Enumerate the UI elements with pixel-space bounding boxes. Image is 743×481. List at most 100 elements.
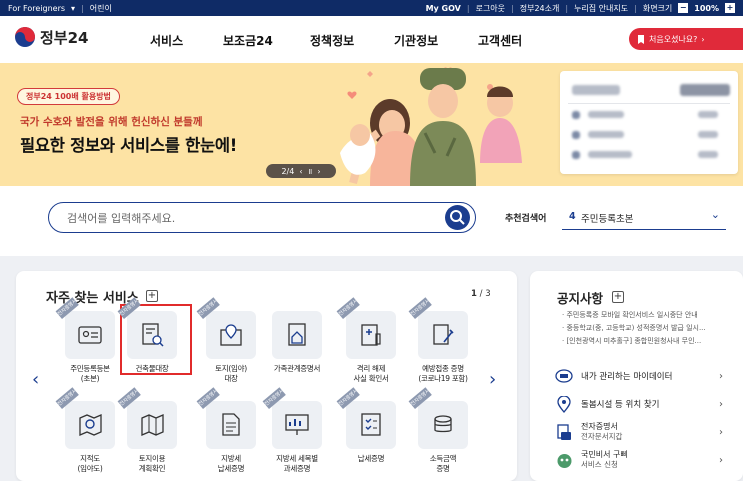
house-doc-icon (288, 323, 306, 346)
care-facility-menu-item[interactable]: 돌봄시설 등 위치 찾기 › (555, 393, 733, 415)
robot-icon (555, 451, 573, 469)
search-input[interactable]: 검색어를 입력해주세요. (67, 210, 175, 226)
zoom-label: 화면크기 (642, 3, 673, 13)
coins-icon (434, 415, 452, 433)
service-item[interactable]: 전자증명서소득금액 증명 (408, 387, 475, 473)
service-label: 토지(임야) 대장 (215, 364, 247, 383)
notice-item[interactable]: · 주민등록증 모바일 확인서비스 일시중단 안내 (562, 309, 740, 322)
banner-title: 필요한 정보와 서비스를 한눈에! (20, 136, 237, 155)
map-folded-icon (141, 414, 164, 436)
location-pin-icon (555, 395, 573, 413)
service-label: 건축물대장 (135, 364, 169, 373)
kids-link[interactable]: 어린이 (90, 3, 112, 14)
search-button[interactable] (445, 205, 470, 230)
banner-pager: 2/4 ‹ ॥ › (266, 164, 336, 178)
zoom-in-button[interactable]: + (725, 3, 735, 13)
service-item[interactable]: 전자증명서지방세 세목별 과세증명 (262, 387, 329, 473)
search-box: 검색어를 입력해주세요. (48, 202, 476, 233)
e-certificate-badge: 전자증명서 (196, 387, 220, 409)
sitemap-link[interactable]: 누리집 안내지도 (574, 3, 628, 14)
mygov-link[interactable]: My GOV (426, 4, 461, 13)
for-foreigners-link[interactable]: For Foreigners (8, 4, 65, 13)
medical-doc-icon (361, 324, 381, 346)
search-icon (450, 210, 465, 225)
service-label: 지적도 (임야도) (77, 454, 103, 473)
service-item[interactable]: 가족관계증명서 (265, 311, 329, 374)
e-certificate-badge: 전자증명서 (55, 387, 79, 409)
logout-link[interactable]: 로그아웃 (476, 3, 505, 14)
e-certificate-badge: 전자증명서 (408, 387, 432, 409)
first-visit-button[interactable]: 처음오셨나요? › (629, 28, 743, 50)
service-item[interactable]: 전자증명서지적도 (임야도) (55, 387, 122, 473)
service-item[interactable]: 전자증명서 토지(임야) 대장 (196, 297, 263, 383)
wallet-doc-icon (555, 423, 573, 441)
checklist-icon (361, 413, 381, 436)
blurred-account-button[interactable] (680, 84, 730, 96)
recommend-label: 추천검색어 (505, 214, 547, 224)
service-label: 지방세 납세증명 (217, 454, 245, 473)
nav-item-subsidy[interactable]: 보조금24 (223, 32, 310, 49)
e-certificate-badge: 전자증명서 (408, 297, 432, 319)
document-search-icon (142, 323, 164, 347)
e-certificate-badge: 전자증명서 (336, 387, 360, 409)
frequent-prev-button[interactable]: ‹ (32, 369, 39, 390)
service-icon-tile: 전자증명서 (55, 387, 115, 449)
pager-pause-button[interactable]: ॥ (308, 166, 313, 177)
service-icon-tile: 전자증명서 (262, 387, 322, 449)
service-item[interactable]: 전자증명서 주민등록등본 (초본) (55, 297, 122, 383)
recommend-keyword[interactable]: 주민등록초본 (581, 211, 633, 225)
e-certificate-menu-item[interactable]: 전자증명서 전자문서지갑 › (555, 421, 733, 443)
nav-item-agency[interactable]: 기관정보 (394, 32, 478, 49)
main-nav: 서비스 보조금24 정책정보 기관정보 고객센터 (150, 32, 548, 49)
zoom-out-button[interactable]: − (678, 3, 689, 13)
chevron-right-icon: › (701, 34, 705, 44)
service-item[interactable]: 전자증명서 예방접종 증명 (코로나19 포함) (408, 297, 475, 383)
frequent-more-button[interactable]: + (146, 290, 158, 302)
blurred-username (572, 85, 620, 95)
notice-item[interactable]: · 중등학교(중, 고등학교) 성적증명서 발급 일시... (562, 322, 740, 335)
service-item[interactable]: 전자증명서 격리 해제 사실 확인서 (336, 297, 403, 383)
service-item[interactable]: 전자증명서지방세 납세증명 (196, 387, 263, 473)
notice-more-button[interactable]: + (612, 291, 624, 303)
recommend-rank: 4 (569, 211, 576, 222)
nav-item-policy[interactable]: 정책정보 (310, 32, 394, 49)
service-label: 지방세 세목별 과세증명 (276, 454, 318, 473)
pager-next-button[interactable]: › (317, 167, 320, 176)
first-visit-label: 처음오셨나요? (649, 34, 698, 44)
service-icon-tile: 전자증명서 (408, 387, 468, 449)
service-item[interactable]: 전자증명서 토지이용 계획확인 (117, 387, 184, 473)
e-certificate-badge: 전자증명서 (117, 387, 141, 409)
notice-card: 공지사항 + · 주민등록증 모바일 확인서비스 일시중단 안내 · 중등학교(… (530, 271, 743, 481)
service-icon-tile: 전자증명서 (408, 297, 468, 359)
data-cloud-icon (555, 367, 573, 385)
mydata-menu-item[interactable]: 내가 관리하는 마이데이터 › (555, 365, 733, 387)
notice-title: 공지사항 (557, 291, 604, 306)
family-illustration (340, 67, 522, 186)
gubbi-menu-item[interactable]: 국민비서 구삐 서비스 신청 › (555, 449, 733, 471)
frequent-pager: 1 / 3 (471, 289, 491, 299)
search-section: 검색어를 입력해주세요. 추천검색어 4 주민등록초본 ⌄ (0, 186, 743, 256)
recommend-select[interactable]: 4 주민등록초본 ⌄ (562, 204, 726, 230)
service-label: 납세증명 (357, 454, 385, 463)
service-label: 가족관계증명서 (273, 364, 321, 373)
service-icon-tile (272, 311, 322, 359)
bookmark-icon (638, 34, 644, 44)
service-icon-tile: 전자증명서 (117, 297, 177, 359)
service-item[interactable]: 전자증명서건축물대장 (117, 297, 184, 374)
logo-text: 정부24 (40, 28, 89, 47)
notice-item[interactable]: · [인천광역시 미추홀구] 종합민원청사내 무인... (562, 335, 740, 348)
pager-prev-button[interactable]: ‹ (299, 167, 302, 176)
frequent-next-button[interactable]: › (489, 369, 496, 390)
nav-item-service[interactable]: 서비스 (150, 32, 223, 49)
banner-badge[interactable]: 정부24 100배 활용방법 (17, 88, 120, 105)
service-item[interactable]: 전자증명서납세증명 (336, 387, 403, 464)
service-icon-tile: 전자증명서 (196, 387, 256, 449)
service-icon-tile: 전자증명서 (336, 387, 396, 449)
site-logo[interactable]: 정부24 (14, 26, 88, 48)
service-label: 소득금액 증명 (429, 454, 457, 473)
intro-link[interactable]: 정부24소개 (520, 3, 560, 14)
nav-item-support[interactable]: 고객센터 (478, 32, 548, 49)
user-info-card (560, 71, 738, 174)
service-icon-tile: 전자증명서 (336, 297, 396, 359)
pager-count: 2/4 (281, 166, 295, 176)
